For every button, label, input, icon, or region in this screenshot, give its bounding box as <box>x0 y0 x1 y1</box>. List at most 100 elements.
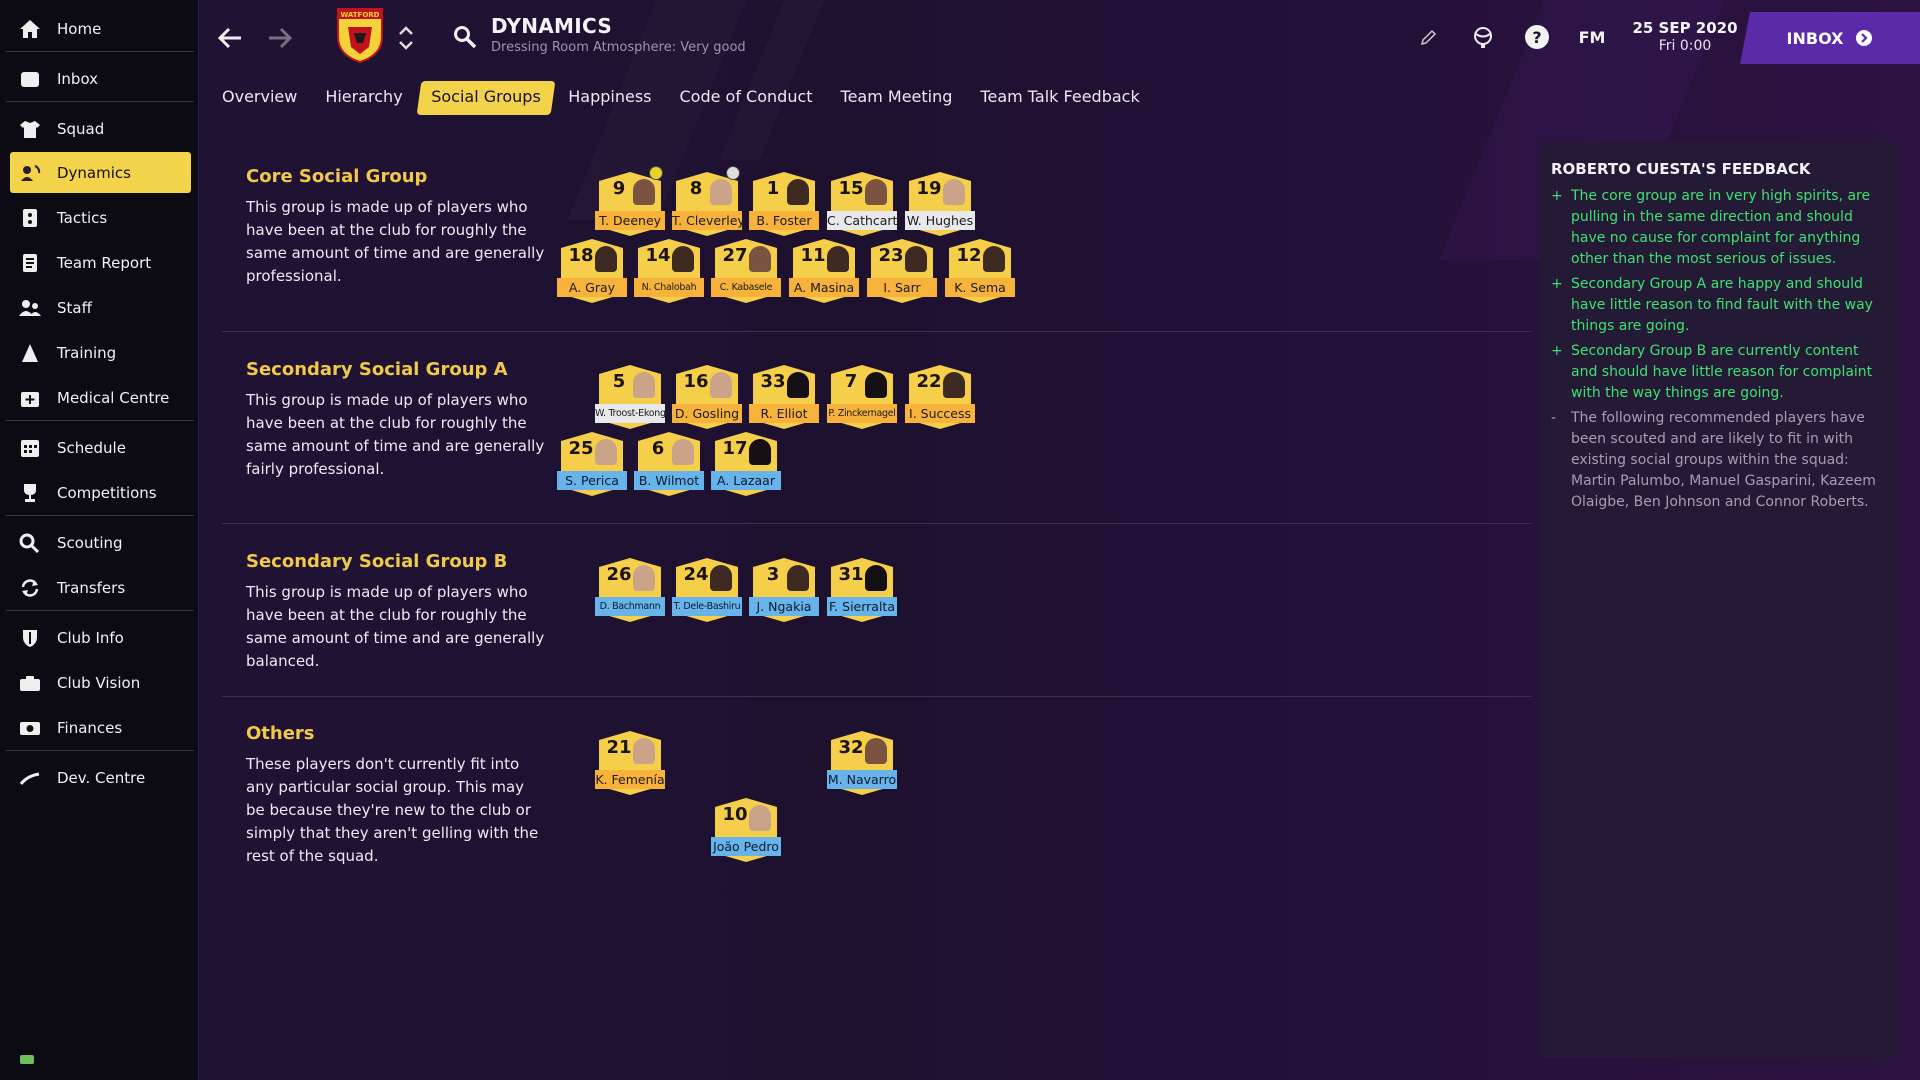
vision-icon <box>16 671 44 695</box>
player-card[interactable]: 31 F. Sierralta <box>827 558 897 622</box>
player-card[interactable]: 6 B. Wilmot <box>634 432 704 496</box>
sidebar-item-club-info[interactable]: Club Info <box>10 617 191 658</box>
pencil-icon <box>1420 29 1437 46</box>
group-divider <box>222 696 1532 697</box>
sidebar-item-label: Club Vision <box>57 673 141 692</box>
tab-team-meeting[interactable]: Team Meeting <box>841 81 953 115</box>
fm-menu-button[interactable]: FM <box>1572 22 1612 52</box>
dynamics-icon <box>16 161 44 185</box>
tab-bar: Overview Hierarchy Social Groups Happine… <box>222 81 1168 115</box>
sidebar-item-dev-centre[interactable]: Dev. Centre <box>10 757 191 798</box>
group-title-secondary-a: Secondary Social Group A <box>246 359 508 380</box>
tab-code-of-conduct[interactable]: Code of Conduct <box>680 81 813 115</box>
player-card[interactable]: 5 W. Troost-Ekong <box>595 365 665 429</box>
player-card[interactable]: 19 W. Hughes <box>905 172 975 236</box>
tab-happiness[interactable]: Happiness <box>568 81 651 115</box>
player-card[interactable]: 14 N. Chalobah <box>634 239 704 303</box>
feedback-item: + Secondary Group A are happy and should … <box>1551 276 1873 334</box>
player-card[interactable]: 1 B. Foster <box>749 172 819 236</box>
dev-centre-icon <box>16 766 44 790</box>
sidebar-item-tactics[interactable]: Tactics <box>10 197 191 238</box>
player-card[interactable]: 9 T. Deeney <box>595 166 665 236</box>
sidebar-item-team-report[interactable]: Team Report <box>10 242 191 283</box>
player-card[interactable]: 18 A. Gray <box>557 239 627 303</box>
sidebar: Home Inbox Squad Dynamics Tactics Team R… <box>0 0 199 1080</box>
inbox-label: INBOX <box>1786 28 1844 48</box>
group-title-secondary-b: Secondary Social Group B <box>246 551 508 572</box>
player-card[interactable]: 16 D. Gosling <box>672 365 742 429</box>
page-title: DYNAMICS <box>491 14 613 38</box>
sidebar-item-inbox[interactable]: Inbox <box>10 58 191 99</box>
player-card[interactable]: 23 I. Sarr <box>867 239 937 303</box>
current-date: 25 SEP 2020 <box>1632 19 1738 37</box>
tab-overview[interactable]: Overview <box>222 81 297 115</box>
player-card[interactable]: 26 D. Bachmann <box>595 558 665 622</box>
search-icon <box>16 531 44 555</box>
chevron-right-circle-icon <box>1856 30 1873 46</box>
tab-hierarchy[interactable]: Hierarchy <box>325 81 402 115</box>
player-card[interactable]: 25 S. Perica <box>557 432 627 496</box>
chevron-down-icon <box>399 41 413 50</box>
sidebar-divider <box>6 750 194 751</box>
tab-team-talk-feedback[interactable]: Team Talk Feedback <box>980 81 1139 115</box>
player-card[interactable]: 11 A. Masina <box>789 239 859 303</box>
player-card[interactable]: 3 J. Ngakia <box>749 558 819 622</box>
help-button[interactable]: ? <box>1522 22 1552 52</box>
sidebar-item-squad[interactable]: Squad <box>10 108 191 149</box>
player-card[interactable]: 24 T. Dele-Bashiru <box>672 558 742 622</box>
sidebar-item-label: Scouting <box>57 533 123 552</box>
forward-button[interactable] <box>264 18 296 58</box>
shirt-icon <box>16 117 44 141</box>
current-time: Fri 0:00 <box>1658 38 1712 54</box>
player-card[interactable]: 32 M. Navarro <box>827 731 897 795</box>
inbox-icon <box>16 67 44 91</box>
inbox-continue-button[interactable]: INBOX <box>1740 12 1920 64</box>
globe-icon <box>1474 27 1492 48</box>
svg-text:?: ? <box>1532 28 1541 47</box>
sidebar-item-finances[interactable]: Finances <box>10 707 191 748</box>
player-card[interactable]: 15 C. Cathcart <box>827 172 897 236</box>
club-badge[interactable]: WATFORD <box>334 6 386 64</box>
player-card[interactable]: 10 João Pedro <box>711 798 781 862</box>
sidebar-item-label: Squad <box>57 119 105 138</box>
sidebar-item-dynamics[interactable]: Dynamics <box>10 152 191 193</box>
feedback-panel: ROBERTO CUESTA'S FEEDBACK + The core grou… <box>1540 142 1898 1058</box>
leader-badge-icon <box>726 166 740 180</box>
sidebar-item-competitions[interactable]: Competitions <box>10 472 191 513</box>
date-display[interactable]: 25 SEP 2020 Fri 0:00 <box>1628 0 1742 60</box>
player-card[interactable]: 7 P. Zinckernagel <box>827 365 897 429</box>
sidebar-item-label: Home <box>57 19 102 38</box>
tactics-icon <box>16 206 44 230</box>
trophy-icon <box>16 481 44 505</box>
social-button[interactable] <box>1468 22 1498 52</box>
sidebar-item-transfers[interactable]: Transfers <box>10 567 191 608</box>
sidebar-item-club-vision[interactable]: Club Vision <box>10 662 191 703</box>
player-card[interactable]: 8 T. Cleverley <box>672 166 742 236</box>
staff-icon <box>16 296 44 320</box>
player-card[interactable]: 33 R. Elliot <box>749 365 819 429</box>
sidebar-item-label: Team Report <box>57 253 152 272</box>
club-badge-text: WATFORD <box>341 11 380 19</box>
player-card[interactable]: 27 C. Kabasele <box>711 239 781 303</box>
sidebar-item-training[interactable]: Training <box>10 332 191 373</box>
group-description-core: This group is made up of players who hav… <box>246 198 545 285</box>
sidebar-item-staff[interactable]: Staff <box>10 287 191 328</box>
edit-button[interactable] <box>1416 24 1440 52</box>
player-card[interactable]: 17 A. Lazaar <box>711 432 781 496</box>
player-card[interactable]: 21 K. Femenía <box>595 731 665 795</box>
tab-social-groups[interactable]: Social Groups <box>416 81 555 115</box>
club-switcher[interactable] <box>396 20 416 56</box>
search-button[interactable] <box>450 22 480 52</box>
home-icon <box>16 17 44 41</box>
leader-badge-icon <box>649 166 663 180</box>
player-card[interactable]: 22 I. Success <box>905 365 975 429</box>
sidebar-item-scouting[interactable]: Scouting <box>10 522 191 563</box>
player-card[interactable]: 12 K. Sema <box>945 239 1015 303</box>
training-icon <box>16 341 44 365</box>
arrow-right-icon <box>269 27 293 49</box>
sidebar-item-medical-centre[interactable]: Medical Centre <box>10 377 191 418</box>
sidebar-item-home[interactable]: Home <box>10 8 191 49</box>
back-button[interactable] <box>214 18 246 58</box>
group-description-others: These players don't currently fit into a… <box>246 755 539 865</box>
sidebar-item-schedule[interactable]: Schedule <box>10 427 191 468</box>
